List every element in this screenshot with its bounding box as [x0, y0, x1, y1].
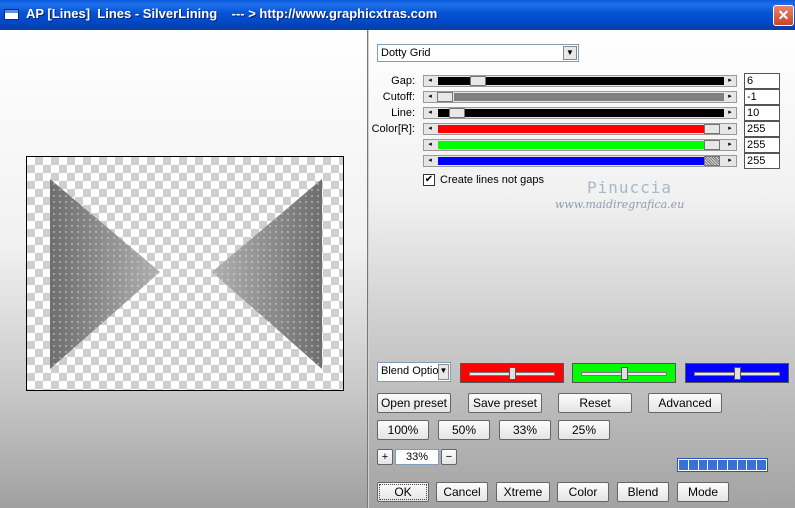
color-g-slider[interactable]: ◂ ▸ — [423, 139, 737, 151]
line-label: Line: — [391, 107, 415, 119]
line-slider[interactable]: ◂ ▸ — [423, 107, 737, 119]
ok-button[interactable]: OK — [377, 482, 429, 502]
blend-chevron-down-icon[interactable]: ▼ — [438, 364, 449, 380]
color-g-track — [438, 141, 704, 149]
title-bar: AP [Lines] Lines - SilverLining --- > ht… — [0, 0, 795, 30]
progress-segment — [698, 460, 708, 470]
create-lines-checkbox[interactable]: ✔ — [423, 174, 435, 186]
color-r-right-arrow-icon[interactable]: ▸ — [724, 124, 736, 134]
effect-dropdown-value: Dotty Grid — [381, 47, 431, 59]
zoom-33-button[interactable]: 33% — [499, 420, 551, 440]
line-thumb[interactable] — [449, 108, 465, 118]
progress-segment — [757, 460, 767, 470]
blend-options-dropdown[interactable]: Blend Optio ▼ — [377, 362, 451, 382]
color-r-label: Color[R]: — [371, 123, 415, 135]
create-lines-label: Create lines not gaps — [440, 174, 544, 186]
line-right-arrow-icon[interactable]: ▸ — [724, 108, 736, 118]
green-blend-knob[interactable] — [621, 367, 628, 380]
cutoff-label: Cutoff: — [382, 91, 415, 103]
line-value[interactable]: 10 — [744, 105, 780, 121]
blend-button[interactable]: Blend — [617, 482, 669, 502]
zoom-25-button[interactable]: 25% — [558, 420, 610, 440]
blue-blend-knob[interactable] — [734, 367, 741, 380]
blue-blend-slider[interactable] — [685, 363, 789, 383]
blend-options-value: Blend Optio — [381, 365, 439, 377]
progress-segment — [708, 460, 718, 470]
cutoff-track — [454, 93, 724, 101]
color-r-value[interactable]: 255 — [744, 121, 780, 137]
close-button[interactable]: ✕ — [773, 5, 794, 26]
preview-pane — [0, 30, 368, 508]
color-r-left-arrow-icon[interactable]: ◂ — [424, 124, 436, 134]
color-r-track — [438, 125, 704, 133]
color-r-thumb[interactable] — [704, 124, 720, 134]
zoom-in-button[interactable]: + — [377, 449, 393, 465]
preview-canvas — [26, 156, 344, 391]
preview-image — [50, 179, 322, 369]
color-r-slider[interactable]: ◂ ▸ — [423, 123, 737, 135]
save-preset-button[interactable]: Save preset — [468, 393, 542, 413]
green-blend-slider[interactable] — [572, 363, 676, 383]
zoom-100-button[interactable]: 100% — [377, 420, 429, 440]
red-blend-slider[interactable] — [460, 363, 564, 383]
controls-pane: Dotty Grid ▼ Gap: ◂ ▸ 6 Cutoff: ◂ ▸ -1 L… — [369, 30, 795, 508]
reset-button[interactable]: Reset — [558, 393, 632, 413]
progress-segment — [688, 460, 698, 470]
color-g-value[interactable]: 255 — [744, 137, 780, 153]
color-g-right-arrow-icon[interactable]: ▸ — [724, 140, 736, 150]
color-g-left-arrow-icon[interactable]: ◂ — [424, 140, 436, 150]
zoom-50-button[interactable]: 50% — [438, 420, 490, 440]
cutoff-slider[interactable]: ◂ ▸ — [423, 91, 737, 103]
gap-label: Gap: — [391, 75, 415, 87]
effect-dropdown[interactable]: Dotty Grid ▼ — [377, 44, 579, 62]
watermark-site: www.maidiregrafica.eu — [555, 198, 685, 211]
color-b-right-arrow-icon[interactable]: ▸ — [724, 156, 736, 166]
progress-segment — [727, 460, 737, 470]
color-b-left-arrow-icon[interactable]: ◂ — [424, 156, 436, 166]
gap-thumb[interactable] — [470, 76, 486, 86]
progress-segment — [718, 460, 727, 470]
cutoff-left-arrow-icon[interactable]: ◂ — [424, 92, 436, 102]
advanced-button[interactable]: Advanced — [648, 393, 722, 413]
xtreme-button[interactable]: Xtreme — [496, 482, 550, 502]
cancel-button[interactable]: Cancel — [436, 482, 488, 502]
gap-value[interactable]: 6 — [744, 73, 780, 89]
gap-right-arrow-icon[interactable]: ▸ — [724, 76, 736, 86]
window-title: AP [Lines] Lines - SilverLining --- > ht… — [26, 6, 438, 21]
cutoff-thumb[interactable] — [437, 92, 453, 102]
progress-segment — [679, 460, 688, 470]
color-b-slider[interactable]: ◂ ▸ — [423, 155, 737, 167]
watermark-name: Pinuccia — [587, 178, 673, 197]
gap-slider[interactable]: ◂ ▸ — [423, 75, 737, 87]
progress-segment — [737, 460, 747, 470]
red-blend-knob[interactable] — [509, 367, 516, 380]
progress-bar — [677, 458, 768, 472]
cutoff-right-arrow-icon[interactable]: ▸ — [724, 92, 736, 102]
zoom-value[interactable]: 33% — [395, 449, 439, 465]
cutoff-value[interactable]: -1 — [744, 89, 780, 105]
zoom-out-button[interactable]: − — [441, 449, 457, 465]
gap-left-arrow-icon[interactable]: ◂ — [424, 76, 436, 86]
color-b-thumb[interactable] — [704, 156, 720, 166]
open-preset-button[interactable]: Open preset — [377, 393, 451, 413]
line-track — [438, 109, 724, 117]
line-left-arrow-icon[interactable]: ◂ — [424, 108, 436, 118]
progress-segment — [747, 460, 757, 470]
color-button[interactable]: Color — [557, 482, 609, 502]
mode-button[interactable]: Mode — [677, 482, 729, 502]
chevron-down-icon[interactable]: ▼ — [563, 46, 577, 60]
color-g-thumb[interactable] — [704, 140, 720, 150]
color-b-track — [438, 157, 704, 165]
window-icon — [4, 9, 19, 20]
color-b-value[interactable]: 255 — [744, 153, 780, 169]
